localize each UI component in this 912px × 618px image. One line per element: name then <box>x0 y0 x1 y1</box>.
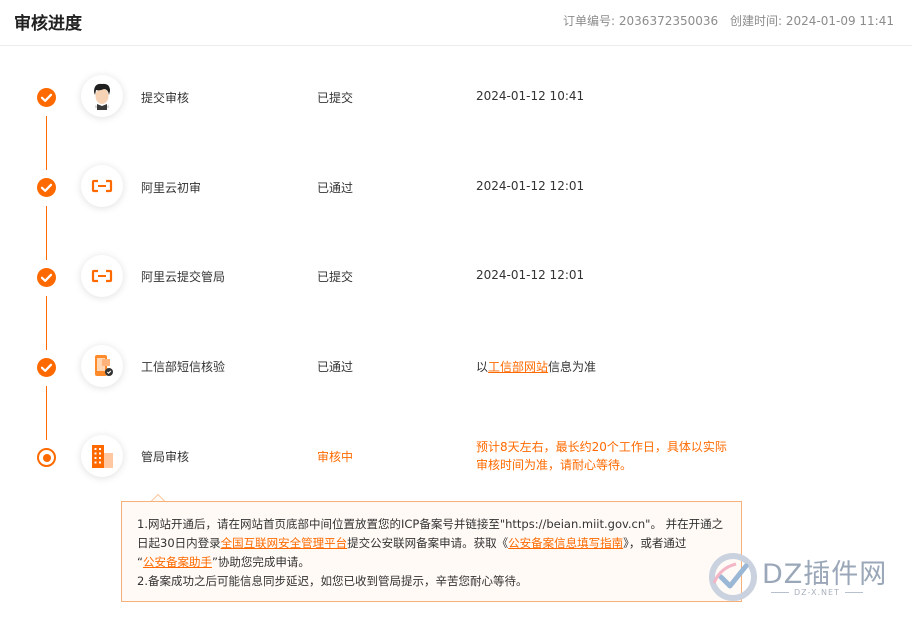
miit-website-link[interactable]: 工信部网站 <box>488 360 548 374</box>
security-platform-link[interactable]: 全国互联网安全管理平台 <box>221 536 348 550</box>
notice-line: 2.备案成功之后可能信息同步延迟，如您已收到管局提示，辛苦您耐心等待。 <box>137 574 528 588</box>
filing-assistant-link[interactable]: 公安备案助手 <box>143 555 212 569</box>
order-number: 订单编号: 2036372350036 <box>563 14 719 28</box>
watermark: DZ插件网 DZ-X.NET <box>706 548 906 608</box>
step-time: 2024-01-12 12:01 <box>476 268 585 282</box>
aliyun-logo-icon <box>81 165 123 207</box>
step-name: 管局审核 <box>141 450 190 464</box>
step-status: 已提交 <box>317 91 354 105</box>
timeline-connector <box>46 206 47 260</box>
step-name: 工信部短信核验 <box>141 360 226 374</box>
timeline-connector <box>46 116 47 170</box>
created-time: 创建时间: 2024-01-09 11:41 <box>730 14 894 28</box>
notice-box: 1.网站开通后，请在网站首页底部中间位置放置您的ICP备案号并链接至"https… <box>121 501 742 602</box>
order-meta: 订单编号: 2036372350036 创建时间: 2024-01-09 11:… <box>563 12 894 29</box>
step-status: 已通过 <box>317 181 354 195</box>
watermark-subtext: DZ-X.NET <box>766 588 868 597</box>
timeline-connector <box>46 296 47 350</box>
step-info-prefix: 以 <box>476 360 489 374</box>
watermark-text: DZ插件网 <box>762 559 888 590</box>
step-estimate: 预计8天左右，最长约20个工作日，具体以实际审核时间为准，请耐心等待。 <box>476 440 727 472</box>
page-title: 审核进度 <box>14 14 82 34</box>
notice-line: 1.网站开通后，请在网站首页底部中间位置放置您的ICP备案号并链接至"https… <box>137 517 724 531</box>
step-info-suffix: 信息为准 <box>548 360 597 374</box>
step-status: 已提交 <box>317 270 354 284</box>
step-complete-check-icon <box>37 268 56 287</box>
step-info: 以工信部网站信息为准 <box>476 358 596 375</box>
watermark-logo-icon <box>709 553 757 601</box>
step-time: 2024-01-12 10:41 <box>476 89 585 103</box>
step-status: 审核中 <box>317 450 354 464</box>
notice-line: “公安备案助手”协助您完成申请。 <box>137 555 310 569</box>
step-complete-check-icon <box>37 178 56 197</box>
step-time: 2024-01-12 12:01 <box>476 179 585 193</box>
phone-verify-icon <box>81 345 123 387</box>
step-status: 已通过 <box>317 360 354 374</box>
step-in-progress-icon <box>37 448 56 467</box>
filing-guide-link[interactable]: 公安备案信息填写指南 <box>508 536 623 550</box>
building-icon <box>81 435 123 477</box>
user-avatar-icon <box>81 75 123 117</box>
notice-line: 日起30日内登录全国互联网安全管理平台提交公安联网备案申请。获取《公安备案信息填… <box>137 536 687 550</box>
timeline-connector <box>46 386 47 440</box>
page-header: 审核进度 订单编号: 2036372350036 创建时间: 2024-01-0… <box>0 0 912 46</box>
step-name: 提交审核 <box>141 91 190 105</box>
step-complete-check-icon <box>37 358 56 377</box>
step-name: 阿里云提交管局 <box>141 270 226 284</box>
step-complete-check-icon <box>37 88 56 107</box>
aliyun-logo-icon <box>81 255 123 297</box>
step-name: 阿里云初审 <box>141 181 202 195</box>
